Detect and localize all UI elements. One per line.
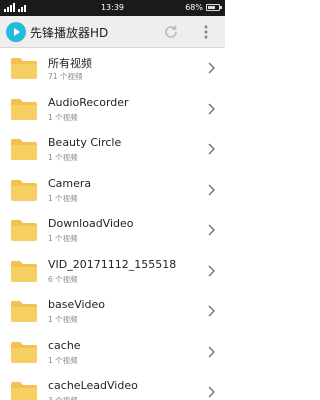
video-count: 1 个视频 [48, 355, 78, 365]
chevron-right-icon [208, 143, 215, 155]
video-count: 3 个视频 [48, 395, 78, 400]
folder-item[interactable]: Beauty Circle 1 个视频 [0, 129, 225, 170]
chevron-right-icon [208, 102, 215, 115]
folder-list: 所有视频 71 个视频 AudioRecorder 1 个视频 Beauty Circl… [0, 48, 225, 400]
chevron-right-icon [208, 224, 215, 236]
folder-name: Beauty Circle [48, 136, 122, 149]
battery-icon [206, 4, 222, 11]
video-count: 6 个视频 [48, 274, 78, 284]
video-count: 1 个视频 [48, 153, 78, 162]
folder-icon [11, 301, 37, 322]
battery-level [208, 6, 215, 9]
folder-item[interactable]: cache 1 个视频 [0, 332, 225, 373]
video-count: 1 个视频 [48, 112, 78, 122]
folder-item[interactable]: DownloadVideo 1 个视频 [0, 210, 225, 251]
folder-name: cacheLeadVideo [48, 379, 138, 392]
chevron-right-icon [208, 305, 215, 317]
folder-item[interactable]: 所有视频 71 个视频 [0, 48, 225, 89]
chevron-right-icon [208, 345, 215, 358]
folder-icon [11, 139, 37, 160]
folder-name: AudioRecorder [48, 95, 129, 109]
folder-item[interactable]: VID_20171112_155518 6 个视频 [0, 251, 225, 292]
chevron-right-icon [208, 62, 215, 74]
folder-name: VID_20171112_155518 [48, 257, 177, 271]
folder-icon [11, 341, 37, 363]
app-bar: 先锋播放器HD [0, 16, 225, 48]
video-count: 1 个视频 [48, 315, 78, 324]
chevron-right-icon [208, 386, 215, 398]
folder-item[interactable]: baseVideo 1 个视频 [0, 291, 225, 332]
chevron-right-icon [208, 183, 215, 196]
folder-icon [11, 98, 37, 120]
video-count: 1 个视频 [48, 234, 78, 243]
folder-name: 所有视频 [48, 57, 92, 70]
folder-icon [11, 260, 37, 282]
folder-name: baseVideo [48, 298, 106, 311]
folder-icon [11, 220, 37, 241]
video-count: 1 个视频 [48, 193, 78, 203]
folder-name: Camera [48, 176, 92, 190]
folder-name: cache [48, 338, 81, 352]
folder-name: DownloadVideo [48, 217, 134, 230]
folder-icon [11, 179, 37, 201]
folder-item[interactable]: cacheLeadVideo 3 个视频 [0, 372, 225, 400]
app-logo-icon [6, 22, 26, 42]
folder-icon [11, 58, 37, 79]
folder-item[interactable]: Camera 1 个视频 [0, 170, 225, 211]
folder-icon [11, 382, 37, 400]
battery-percent: 68% [185, 3, 203, 12]
chevron-right-icon [208, 264, 215, 277]
refresh-icon[interactable] [163, 24, 179, 40]
more-icon[interactable] [201, 24, 211, 40]
status-bar: 13:39 68% [0, 0, 225, 16]
folder-item[interactable]: AudioRecorder 1 个视频 [0, 89, 225, 130]
page-title: 先锋播放器HD [30, 26, 109, 40]
video-count: 71 个视频 [48, 72, 83, 81]
